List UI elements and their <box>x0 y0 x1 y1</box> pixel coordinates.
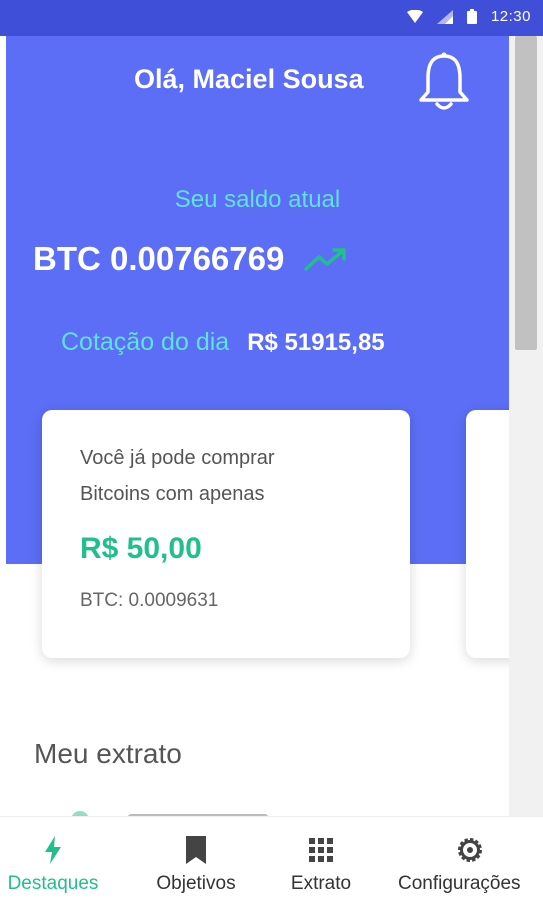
nav-label: Objetivos <box>156 873 236 894</box>
promo-card[interactable]: Você já pode comprar Bitcoins com apenas… <box>42 410 410 658</box>
nav-item-extrato[interactable]: Extrato <box>276 817 366 900</box>
greeting-text: Olá, Maciel Sousa <box>134 64 364 94</box>
quote-value: R$ 51915,85 <box>247 329 385 356</box>
notification-bell-icon[interactable] <box>416 52 472 114</box>
gear-icon <box>458 838 482 862</box>
status-time: 12:30 <box>490 8 531 25</box>
scrollbar-thumb[interactable] <box>515 36 537 350</box>
scrollbar-track[interactable] <box>509 36 543 816</box>
nav-label: Extrato <box>290 873 352 894</box>
daily-quote-row: Cotação do dia R$ 51915,85 <box>61 328 385 357</box>
status-icons: 12:30 <box>406 8 531 25</box>
promo-line-2: Bitcoins com apenas <box>80 483 265 505</box>
signal-icon <box>436 9 453 24</box>
nav-item-destaques[interactable]: Destaques <box>0 817 112 900</box>
bolt-icon <box>45 836 61 864</box>
nav-label: Configurações <box>398 873 521 894</box>
app-frame: 12:30 Olá, Maciel Sousa Seu saldo atual … <box>0 0 543 900</box>
nav-item-objetivos[interactable]: Objetivos <box>140 817 252 900</box>
nav-item-configuracoes[interactable]: Configurações <box>398 817 543 900</box>
grid-icon <box>309 838 333 862</box>
statement-title: Meu extrato <box>34 738 182 769</box>
bookmark-icon <box>186 836 206 864</box>
battery-icon <box>466 9 477 24</box>
wifi-icon <box>406 9 423 23</box>
balance-label: Seu saldo atual <box>174 186 341 213</box>
balance-row: BTC 0.00766769 <box>33 240 348 278</box>
promo-btc-amount: BTC: 0.0009631 <box>80 590 219 611</box>
bottom-navigation: Destaques Objetivos Extrato Configuraçõe… <box>0 816 543 900</box>
status-bar: 12:30 <box>0 0 543 36</box>
promo-line-1: Você já pode comprar <box>80 447 275 469</box>
quote-label: Cotação do dia <box>61 328 230 356</box>
promo-price: R$ 50,00 <box>80 532 202 565</box>
trending-up-icon <box>304 248 347 271</box>
nav-label: Destaques <box>7 873 99 894</box>
balance-value: BTC 0.00766769 <box>33 240 285 277</box>
